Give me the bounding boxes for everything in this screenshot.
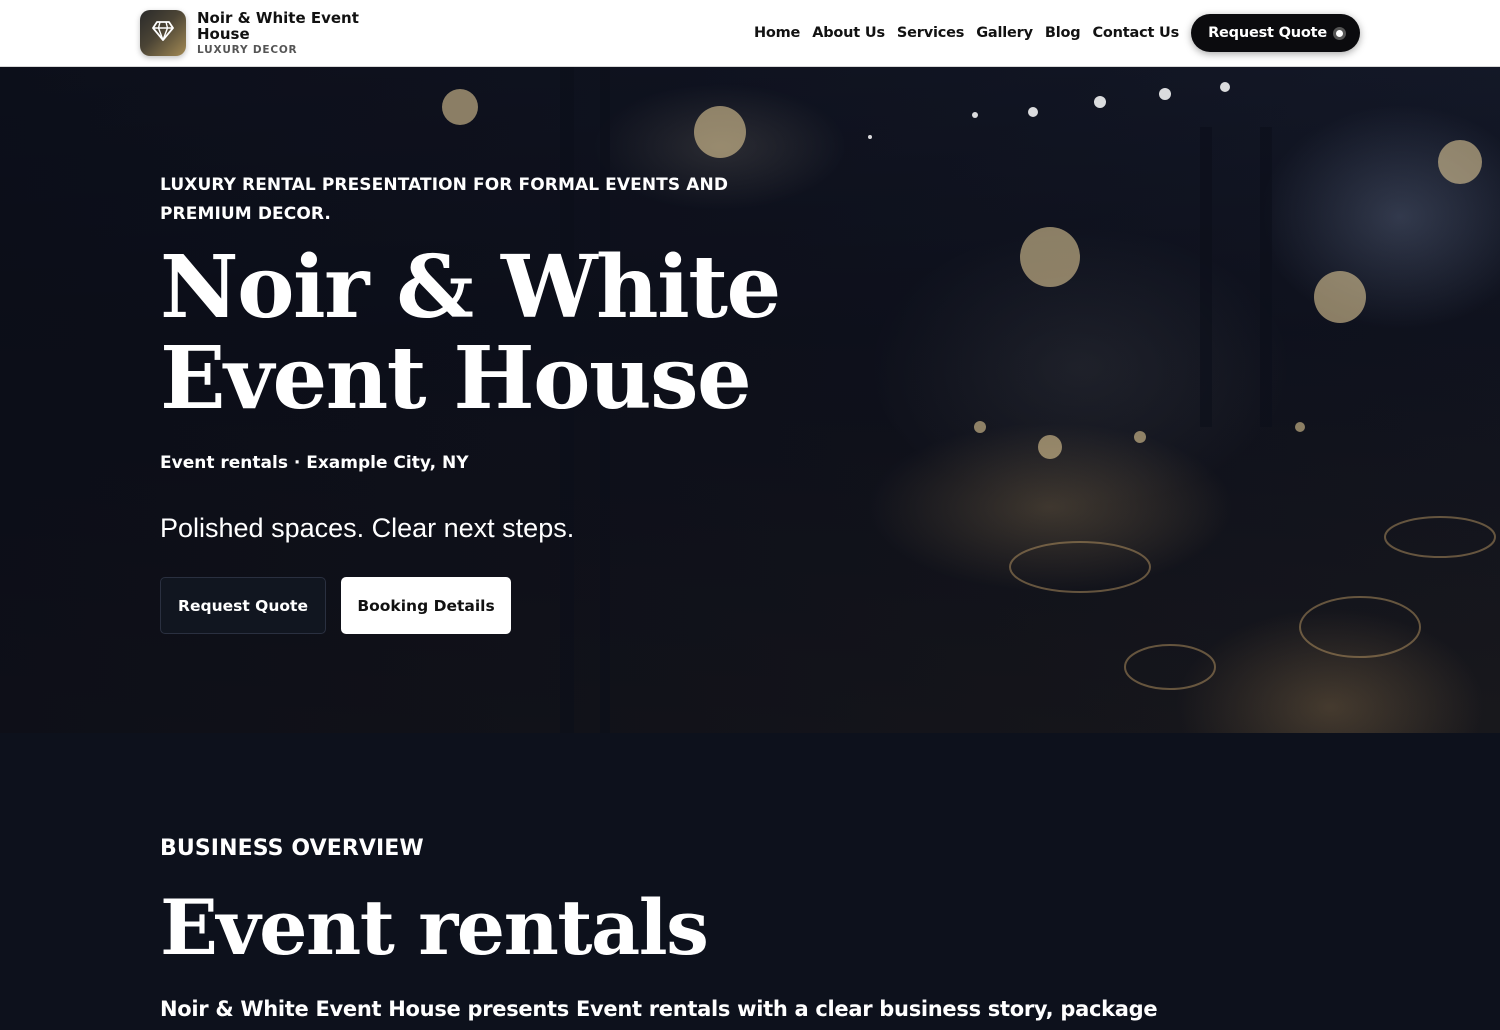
status-dot-icon	[1333, 26, 1346, 40]
header-request-quote-button[interactable]: Request Quote	[1191, 14, 1360, 52]
nav-contact-us[interactable]: Contact Us	[1092, 25, 1179, 41]
business-overview-section: BUSINESS OVERVIEW Event rentals Noir & W…	[0, 733, 1500, 1030]
overview-body: Noir & White Event House presents Event …	[160, 997, 1158, 1021]
diamond-icon	[151, 20, 175, 47]
nav-services[interactable]: Services	[897, 25, 965, 41]
nav-about-us[interactable]: About Us	[812, 25, 885, 41]
main-nav: Home About Us Services Gallery Blog Cont…	[754, 14, 1360, 52]
nav-gallery[interactable]: Gallery	[976, 25, 1033, 41]
nav-blog[interactable]: Blog	[1045, 25, 1081, 41]
site-header: Noir & White Event House LUXURY DECOR Ho…	[0, 0, 1500, 67]
hero-eyebrow: LUXURY RENTAL PRESENTATION FOR FORMAL EV…	[160, 175, 729, 224]
hero-actions: Request Quote Booking Details	[160, 577, 511, 634]
hero-section: LUXURY RENTAL PRESENTATION FOR FORMAL EV…	[0, 67, 1500, 733]
request-quote-button[interactable]: Request Quote	[160, 577, 326, 634]
brand[interactable]: Noir & White Event House LUXURY DECOR	[140, 10, 367, 56]
header-cta-label: Request Quote	[1208, 25, 1327, 41]
overview-eyebrow: BUSINESS OVERVIEW	[160, 836, 424, 861]
hero-title: Noir & White Event House	[160, 237, 781, 429]
brand-tagline: LUXURY DECOR	[197, 44, 298, 56]
brand-name: Noir & White Event House	[197, 9, 359, 43]
hero-tagline: Polished spaces. Clear next steps.	[160, 513, 575, 543]
nav-home[interactable]: Home	[754, 25, 800, 41]
overview-title: Event rentals	[160, 883, 709, 972]
brand-logo	[140, 10, 186, 56]
booking-details-button[interactable]: Booking Details	[341, 577, 511, 634]
hero-location: Event rentals · Example City, NY	[160, 453, 469, 473]
